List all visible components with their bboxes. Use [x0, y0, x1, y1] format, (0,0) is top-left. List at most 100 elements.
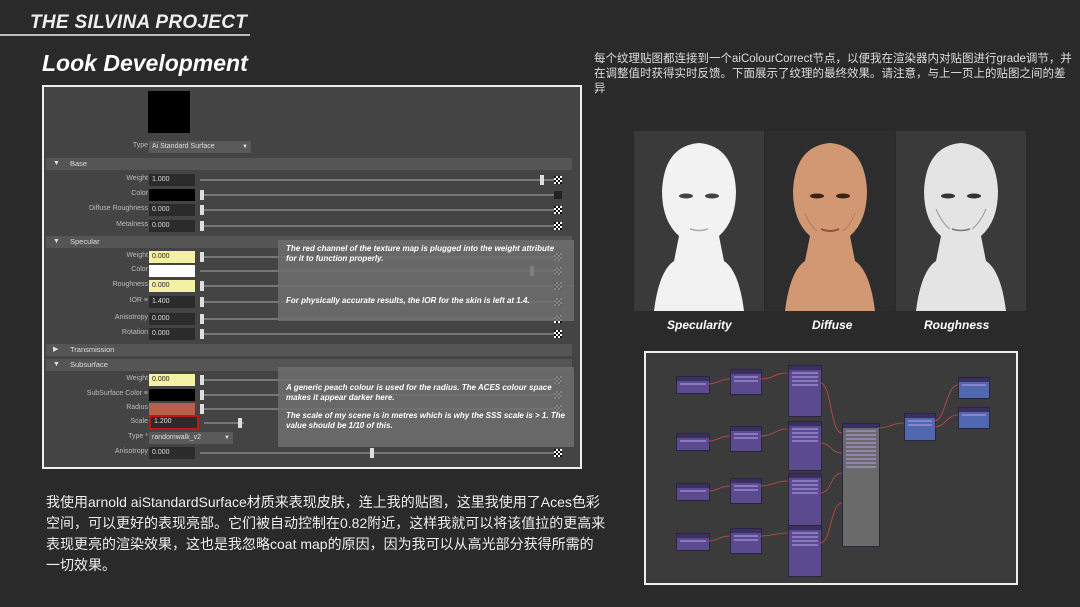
- sss-anisotropy-row: Anisotropy 0.000: [44, 447, 580, 462]
- section-base-label: Base: [70, 159, 88, 168]
- type-row: Type Ai Standard Surface ▼: [44, 141, 580, 155]
- map-button-icon[interactable]: [554, 206, 562, 214]
- rotation-field[interactable]: 0.000: [149, 328, 195, 340]
- page-title: Look Development: [42, 50, 248, 76]
- section-subsurface-label: Subsurface: [70, 360, 108, 369]
- slider-handle[interactable]: [200, 252, 204, 262]
- scale-field[interactable]: 1.200: [149, 415, 199, 430]
- radius-label: Radius: [126, 404, 148, 411]
- scale-slider[interactable]: [204, 418, 244, 428]
- type-dropdown[interactable]: Ai Standard Surface ▼: [149, 141, 251, 153]
- slider-handle[interactable]: [200, 375, 204, 385]
- map-button-icon[interactable]: [554, 222, 562, 230]
- sss-anisotropy-field[interactable]: 0.000: [149, 447, 195, 459]
- spec-color-swatch[interactable]: [149, 265, 195, 277]
- chevron-down-icon: ▼: [224, 435, 230, 441]
- slider-handle[interactable]: [200, 390, 204, 400]
- spec-weight-field[interactable]: 0.000: [149, 251, 195, 263]
- map-button-icon[interactable]: [554, 176, 562, 184]
- base-color-swatch[interactable]: [149, 189, 195, 201]
- slider-handle[interactable]: [200, 404, 204, 414]
- spec-roughness-label: Roughness: [112, 281, 148, 288]
- base-weight-slider[interactable]: [200, 175, 560, 185]
- ior-field[interactable]: 1.400: [149, 296, 195, 308]
- slider-handle[interactable]: [200, 281, 204, 291]
- diffuse-render: [765, 131, 895, 311]
- caption-diffuse: Diffuse: [812, 318, 853, 332]
- section-transmission[interactable]: ▶ Transmission: [46, 344, 572, 356]
- attribute-editor-panel: Type Ai Standard Surface ▼ ▼ Base Weight 1…: [42, 85, 582, 469]
- slider-handle[interactable]: [200, 329, 204, 339]
- specularity-render: [634, 131, 764, 311]
- spec-color-label: Color: [131, 266, 148, 273]
- chevron-down-icon: ▼: [53, 238, 60, 245]
- base-weight-label: Weight: [126, 175, 148, 182]
- diffuse-roughness-label: Diffuse Roughness: [88, 205, 148, 212]
- sss-weight-label: Weight: [126, 375, 148, 382]
- chevron-right-icon: ▶: [53, 346, 59, 353]
- spec-anisotropy-label: Anisotropy: [114, 314, 148, 321]
- bottom-note: 我使用arnold aiStandardSurface材质来表现皮肤，连上我的贴…: [46, 494, 606, 573]
- sss-type-value: randomwalk_v2: [152, 434, 202, 441]
- sss-anisotropy-slider[interactable]: [200, 448, 560, 458]
- ior-annotation: For physically accurate results, the IOR…: [278, 285, 574, 321]
- sss-color-swatch[interactable]: [149, 389, 195, 401]
- base-color-row: Color: [44, 189, 580, 204]
- slider-handle[interactable]: [200, 297, 204, 307]
- spec-roughness-field[interactable]: 0.000: [149, 280, 195, 292]
- sss-anisotropy-label: Anisotropy: [114, 448, 148, 455]
- chevron-down-icon: ▼: [53, 361, 60, 368]
- diffuse-roughness-field[interactable]: 0.000: [149, 204, 195, 216]
- diffuse-roughness-row: Diffuse Roughness 0.000: [44, 204, 580, 219]
- sss-type-dropdown[interactable]: randomwalk_v2 ▼: [149, 432, 233, 444]
- roughness-render: [896, 131, 1026, 311]
- section-transmission-label: Transmission: [70, 345, 115, 354]
- scale-label: Scale: [130, 418, 148, 425]
- sss-type-label: Type *: [128, 433, 148, 440]
- node-graph[interactable]: [644, 351, 1018, 585]
- title-underline: [0, 34, 250, 36]
- metalness-label: Metalness: [116, 221, 148, 228]
- metalness-field[interactable]: 0.000: [149, 220, 195, 232]
- slider-handle[interactable]: [200, 190, 204, 200]
- ior-label: IOR ≡: [129, 297, 148, 304]
- material-swatch: [148, 91, 190, 133]
- diffuse-roughness-slider[interactable]: [200, 205, 560, 215]
- slider-handle[interactable]: [238, 418, 242, 428]
- base-color-label: Color: [131, 190, 148, 197]
- base-weight-row: Weight 1.000: [44, 174, 580, 189]
- slider-handle[interactable]: [200, 314, 204, 324]
- scale-annotation: The scale of my scene is in metres which…: [278, 407, 574, 447]
- base-color-slider[interactable]: [200, 190, 560, 200]
- map-button-icon[interactable]: [554, 330, 562, 338]
- sss-weight-field[interactable]: 0.000: [149, 374, 195, 386]
- chevron-down-icon: ▼: [242, 144, 248, 150]
- sss-color-label: SubSurface Color ≡: [86, 390, 148, 397]
- base-weight-field[interactable]: 1.000: [149, 174, 195, 186]
- caption-roughness: Roughness: [924, 318, 990, 332]
- rotation-label: Rotation: [121, 329, 148, 336]
- slider-handle[interactable]: [370, 448, 374, 458]
- radius-color-swatch[interactable]: [149, 403, 195, 415]
- metalness-row: Metalness 0.000: [44, 220, 580, 235]
- rotation-row: Rotation 0.000: [44, 328, 580, 343]
- chevron-down-icon: ▼: [53, 160, 60, 167]
- spec-weight-label: Weight: [126, 252, 148, 259]
- section-base[interactable]: ▼ Base: [46, 158, 572, 170]
- radius-annotation: A generic peach colour is used for the r…: [278, 367, 574, 407]
- top-note: 每个纹理贴图都连接到一个aiColourCorrect节点，以便我在渲染器内对贴…: [594, 53, 1072, 95]
- slider-handle[interactable]: [540, 175, 544, 185]
- caption-specularity: Specularity: [667, 318, 732, 332]
- section-specular-label: Specular: [70, 237, 100, 246]
- slider-handle[interactable]: [200, 205, 204, 215]
- face-renders: [634, 131, 1026, 311]
- rotation-slider[interactable]: [200, 329, 560, 339]
- node-wires: [707, 372, 959, 544]
- weight-annotation: The red channel of the texture map is pl…: [278, 240, 574, 286]
- map-button-icon[interactable]: [554, 449, 562, 457]
- metalness-slider[interactable]: [200, 221, 560, 231]
- slider-handle[interactable]: [200, 221, 204, 231]
- project-title: THE SILVINA PROJECT: [30, 12, 248, 33]
- map-button-icon[interactable]: [554, 191, 562, 199]
- spec-anisotropy-field[interactable]: 0.000: [149, 313, 195, 325]
